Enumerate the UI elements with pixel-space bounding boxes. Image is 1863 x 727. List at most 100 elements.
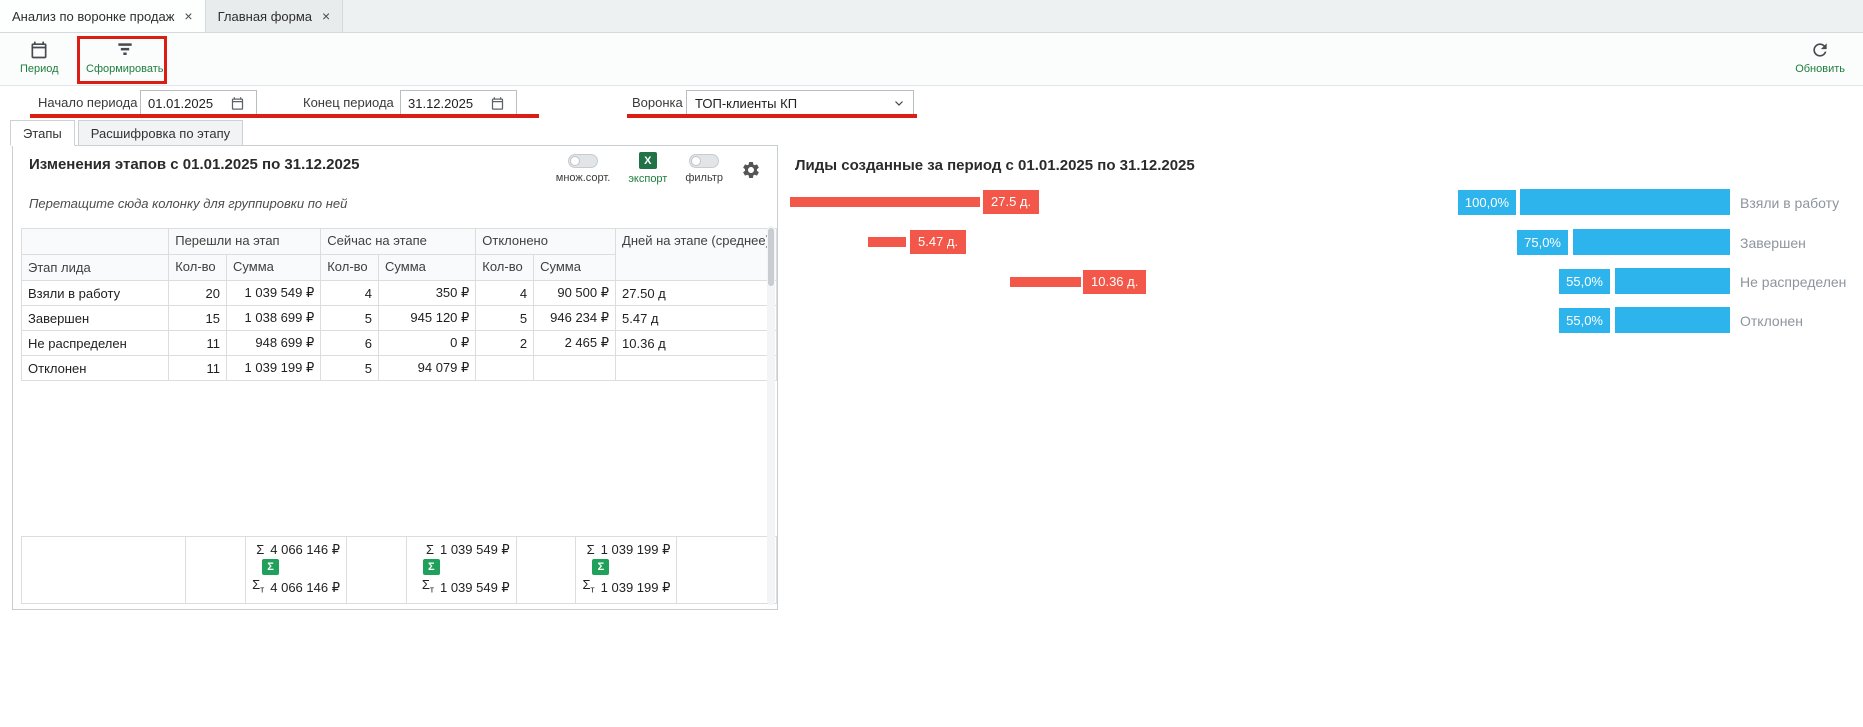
filter-toggle[interactable]: фильтр — [685, 154, 723, 184]
export-button[interactable]: X экспорт — [628, 152, 667, 185]
col-header-rejected[interactable]: Отклонено — [476, 229, 616, 255]
chevron-down-icon — [893, 97, 905, 109]
stages-table: Перешли на этап Сейчас на этапе Отклонен… — [21, 228, 777, 381]
funnel-bar — [1573, 229, 1731, 255]
cell-days[interactable]: 10.36 д — [616, 331, 777, 356]
close-icon[interactable]: × — [184, 9, 192, 23]
end-date-input[interactable] — [400, 90, 517, 116]
sum-symbol: Σ — [426, 540, 434, 559]
cell-moved-sum[interactable]: 1 039 199 ₽ — [227, 356, 321, 381]
funnel-select-value: ТОП-клиенты КП — [695, 96, 797, 111]
cell-rejected-sum[interactable]: 90 500 ₽ — [534, 281, 616, 306]
cell-current-qty[interactable]: 5 — [321, 356, 379, 381]
excel-icon: X — [639, 152, 657, 169]
cell-moved-qty[interactable]: 11 — [169, 331, 227, 356]
col-header-sum[interactable]: Сумма — [227, 255, 321, 281]
start-date-input[interactable] — [140, 90, 257, 116]
tab-stages[interactable]: Этапы — [10, 120, 75, 146]
period-button[interactable]: Период — [20, 40, 59, 75]
period-button-label: Период — [20, 63, 59, 75]
end-period-label: Конец периода — [303, 95, 394, 110]
cell-rejected-qty[interactable] — [476, 356, 534, 381]
multisort-toggle[interactable]: множ.сорт. — [556, 154, 611, 184]
cell-rejected-qty[interactable]: 4 — [476, 281, 534, 306]
start-date-value[interactable] — [148, 96, 230, 111]
toggle-off-icon — [568, 154, 598, 168]
multisort-label: множ.сорт. — [556, 172, 611, 184]
table-row[interactable]: Отклонен 11 1 039 199 ₽ 5 94 079 ₽ — [22, 356, 777, 381]
scrollbar-thumb[interactable] — [768, 228, 774, 286]
days-bar — [1010, 277, 1081, 287]
window-tab-label: Главная форма — [218, 9, 312, 24]
cell-current-qty[interactable]: 4 — [321, 281, 379, 306]
funnel-stage-label: Завершен — [1740, 235, 1806, 251]
cell-days[interactable] — [616, 356, 777, 381]
table-row[interactable]: Взяли в работу 20 1 039 549 ₽ 4 350 ₽ 4 … — [22, 281, 777, 306]
calendar-icon — [29, 40, 49, 60]
cell-days[interactable]: 5.47 д — [616, 306, 777, 331]
cell-current-qty[interactable]: 6 — [321, 331, 379, 356]
table-row[interactable]: Завершен 15 1 038 699 ₽ 5 945 120 ₽ 5 94… — [22, 306, 777, 331]
sum-settings-icon[interactable]: Σ — [262, 559, 279, 575]
cell-stage[interactable]: Взяли в работу — [22, 281, 169, 306]
tab-breakdown-label: Расшифровка по этапу — [91, 126, 230, 141]
cell-rejected-qty[interactable]: 2 — [476, 331, 534, 356]
cell-rejected-sum[interactable]: 946 234 ₽ — [534, 306, 616, 331]
days-bar-label: 5.47 д. — [910, 230, 966, 254]
annotation-dates-underline — [30, 114, 539, 118]
cell-days[interactable]: 27.50 д — [616, 281, 777, 306]
refresh-button[interactable]: Обновить — [1795, 40, 1845, 75]
end-date-value[interactable] — [408, 96, 490, 111]
cell-current-qty[interactable]: 5 — [321, 306, 379, 331]
settings-button[interactable] — [741, 160, 761, 180]
cell-current-sum[interactable]: 0 ₽ — [379, 331, 476, 356]
sum-settings-icon[interactable]: Σ — [592, 559, 609, 575]
funnel-stage-label: Не распределен — [1740, 274, 1846, 290]
calendar-icon[interactable] — [230, 96, 245, 111]
cell-rejected-sum[interactable]: 2 465 ₽ — [534, 331, 616, 356]
calendar-icon[interactable] — [490, 96, 505, 111]
col-header-sum[interactable]: Сумма — [534, 255, 616, 281]
footer-empty — [346, 537, 406, 604]
refresh-button-label: Обновить — [1795, 63, 1845, 75]
window-tab-funnel-analysis[interactable]: Анализ по воронке продаж × — [0, 0, 206, 32]
cell-stage[interactable]: Отклонен — [22, 356, 169, 381]
cell-moved-sum[interactable]: 948 699 ₽ — [227, 331, 321, 356]
col-header-moved[interactable]: Перешли на этап — [169, 229, 321, 255]
cell-moved-qty[interactable]: 15 — [169, 306, 227, 331]
sum-settings-icon[interactable]: Σ — [423, 559, 440, 575]
cell-moved-qty[interactable]: 11 — [169, 356, 227, 381]
col-header-current[interactable]: Сейчас на этапе — [321, 229, 476, 255]
cell-current-sum[interactable]: 945 120 ₽ — [379, 306, 476, 331]
col-header-qty[interactable]: Кол-во — [169, 255, 227, 281]
moved-total-value: 4 066 146 ₽ — [270, 578, 340, 597]
leads-chart-panel: Лиды созданные за период с 01.01.2025 по… — [790, 150, 1853, 490]
vertical-scrollbar[interactable] — [767, 226, 775, 605]
tab-stage-breakdown[interactable]: Расшифровка по этапу — [78, 120, 243, 146]
window-tab-main-form[interactable]: Главная форма × — [206, 0, 344, 32]
footer-empty — [186, 537, 246, 604]
rejected-total-value: 1 039 199 ₽ — [601, 540, 671, 559]
col-header-qty[interactable]: Кол-во — [321, 255, 379, 281]
table-row[interactable]: Не распределен 11 948 699 ₽ 6 0 ₽ 2 2 46… — [22, 331, 777, 356]
cell-current-sum[interactable]: 350 ₽ — [379, 281, 476, 306]
col-header-days[interactable]: Дней на этапе (среднее) — [616, 229, 777, 281]
cell-moved-sum[interactable]: 1 038 699 ₽ — [227, 306, 321, 331]
funnel-select[interactable]: ТОП-клиенты КП — [686, 90, 914, 116]
cell-rejected-sum[interactable] — [534, 356, 616, 381]
cell-stage[interactable]: Не распределен — [22, 331, 169, 356]
col-header-stage[interactable]: Этап лида — [22, 255, 169, 281]
close-icon[interactable]: × — [322, 9, 330, 23]
cell-moved-qty[interactable]: 20 — [169, 281, 227, 306]
cell-moved-sum[interactable]: 1 039 549 ₽ — [227, 281, 321, 306]
cell-rejected-qty[interactable]: 5 — [476, 306, 534, 331]
cell-stage[interactable]: Завершен — [22, 306, 169, 331]
cell-current-sum[interactable]: 94 079 ₽ — [379, 356, 476, 381]
current-total-value: 1 039 549 ₽ — [440, 578, 510, 597]
col-header-sum[interactable]: Сумма — [379, 255, 476, 281]
gear-icon — [741, 160, 761, 180]
export-label: экспорт — [628, 173, 667, 185]
col-header-qty[interactable]: Кол-во — [476, 255, 534, 281]
stages-grid-panel: Изменения этапов с 01.01.2025 по 31.12.2… — [12, 145, 778, 610]
days-bar-label: 10.36 д. — [1083, 270, 1146, 294]
